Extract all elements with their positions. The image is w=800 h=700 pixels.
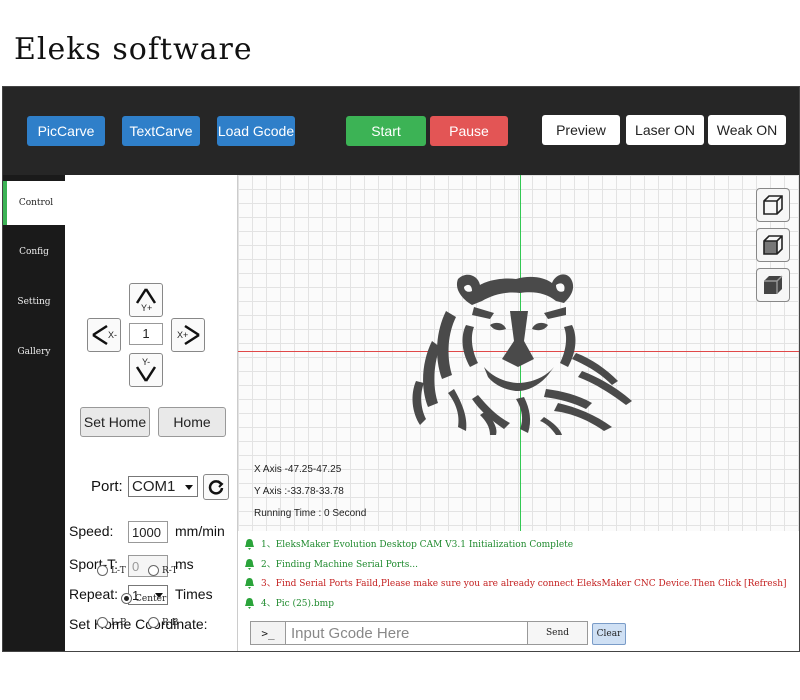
home-coordinate-label: Set Home Coordinate: <box>69 616 208 632</box>
refresh-port-button[interactable] <box>203 474 229 500</box>
cube-shaded-icon <box>763 235 783 255</box>
jog-x-minus-label: X- <box>108 330 117 340</box>
gcode-bar: >_ Input Gcode Here Send <box>250 621 588 645</box>
log-line: 4、Pic (25).bmp <box>244 596 334 609</box>
jog-step-input[interactable]: 1 <box>129 323 163 345</box>
home-coord-lb-label: L-B <box>111 617 127 628</box>
bell-icon <box>245 597 254 609</box>
home-coord-rt-radio[interactable]: R-T <box>148 565 178 576</box>
work-canvas[interactable]: X Axis -47.25-47.25 Y Axis :-33.78-33.78… <box>237 175 799 531</box>
start-button[interactable]: Start <box>346 116 426 146</box>
preview-button[interactable]: Preview <box>542 115 620 145</box>
jog-x-plus-button[interactable]: X+ <box>171 318 205 352</box>
log-text: 3、Find Serial Ports Faild,Please make su… <box>261 579 787 589</box>
laser-on-button[interactable]: Laser ON <box>626 115 704 145</box>
home-coord-lt-label: L-T <box>111 565 126 576</box>
repeat-unit: Times <box>175 586 213 602</box>
log-text: 4、Pic (25).bmp <box>261 599 334 609</box>
bell-icon <box>245 538 254 550</box>
home-coord-lb-radio[interactable]: L-B <box>97 617 127 628</box>
cube-solid-icon <box>764 275 783 294</box>
tab-control[interactable]: Control <box>3 181 65 225</box>
cube-wireframe-icon <box>763 195 783 215</box>
toolbar: PicCarve TextCarve Load Gcode Start Paus… <box>3 87 799 175</box>
radio-dot <box>148 565 159 576</box>
app-window: PicCarve TextCarve Load Gcode Start Paus… <box>2 86 800 652</box>
gcode-input[interactable]: Input Gcode Here <box>286 621 528 645</box>
send-button[interactable]: Send <box>528 621 588 645</box>
x-axis-readout: X Axis -47.25-47.25 <box>254 464 342 475</box>
view-solid-button[interactable] <box>756 268 790 302</box>
repeat-label: Repeat: <box>69 586 119 602</box>
console-panel: 1、EleksMaker Evolution Desktop CAM V3.1 … <box>237 531 799 651</box>
jog-y-plus-button[interactable]: Y+ <box>129 283 163 317</box>
radio-dot <box>148 617 159 628</box>
port-select[interactable]: COM1 <box>128 476 198 497</box>
textcarve-button[interactable]: TextCarve <box>122 116 200 146</box>
speed-input[interactable]: 1000 <box>128 521 168 543</box>
log-text: 1、EleksMaker Evolution Desktop CAM V3.1 … <box>261 540 574 550</box>
clear-button[interactable]: Clear <box>592 623 626 645</box>
home-coord-center-label: Center <box>135 593 167 604</box>
weak-on-button[interactable]: Weak ON <box>708 115 786 145</box>
log-line: 3、Find Serial Ports Faild,Please make su… <box>244 576 787 589</box>
sport-t-unit: ms <box>175 556 194 572</box>
bell-icon <box>245 577 254 589</box>
radio-dot <box>97 617 108 628</box>
sidebar: Control Config Setting Gallery <box>3 175 65 651</box>
pause-button[interactable]: Pause <box>430 116 508 146</box>
view-shaded-button[interactable] <box>756 228 790 262</box>
terminal-prompt-icon: >_ <box>250 621 286 645</box>
control-panel: Y+ X- 1 X+ Y- Set Home Home Port: COM1 S… <box>65 175 237 651</box>
jog-x-minus-button[interactable]: X- <box>87 318 121 352</box>
load-gcode-button[interactable]: Load Gcode <box>217 116 295 146</box>
running-time-readout: Running Time : 0 Second <box>254 508 367 519</box>
jog-x-plus-label: X+ <box>177 330 189 340</box>
log-line: 1、EleksMaker Evolution Desktop CAM V3.1 … <box>244 537 573 550</box>
radio-dot <box>97 565 108 576</box>
speed-unit: mm/min <box>175 523 225 539</box>
radio-dot-selected <box>121 593 132 604</box>
home-coord-lt-radio[interactable]: L-T <box>97 565 126 576</box>
log-line: 2、Finding Machine Serial Ports... <box>244 557 418 570</box>
speed-label: Speed: <box>69 523 114 539</box>
bell-icon <box>245 558 254 570</box>
port-select-value: COM1 <box>132 478 176 495</box>
home-coord-center-radio[interactable]: Center <box>121 593 166 604</box>
port-label: Port: <box>91 478 123 495</box>
chevron-down-icon <box>185 484 193 490</box>
refresh-icon <box>208 480 224 495</box>
tab-config[interactable]: Config <box>3 230 65 274</box>
view-wireframe-button[interactable] <box>756 188 790 222</box>
piccarve-button[interactable]: PicCarve <box>27 116 105 146</box>
home-coord-rb-radio[interactable]: R-B <box>148 617 178 628</box>
jog-y-minus-button[interactable]: Y- <box>129 353 163 387</box>
home-button[interactable]: Home <box>158 407 226 437</box>
home-coord-rt-label: R-T <box>162 565 178 576</box>
jog-y-plus-label: Y+ <box>141 303 153 313</box>
tiger-image <box>412 274 632 435</box>
jog-y-minus-label: Y- <box>142 357 151 367</box>
y-axis-readout: Y Axis :-33.78-33.78 <box>254 486 344 497</box>
home-coord-rb-label: R-B <box>162 617 179 628</box>
tab-setting[interactable]: Setting <box>3 280 65 324</box>
log-text: 2、Finding Machine Serial Ports... <box>261 560 418 570</box>
tab-gallery[interactable]: Gallery <box>3 330 65 374</box>
set-home-button[interactable]: Set Home <box>80 407 150 437</box>
page-title: Eleks software <box>14 32 253 67</box>
